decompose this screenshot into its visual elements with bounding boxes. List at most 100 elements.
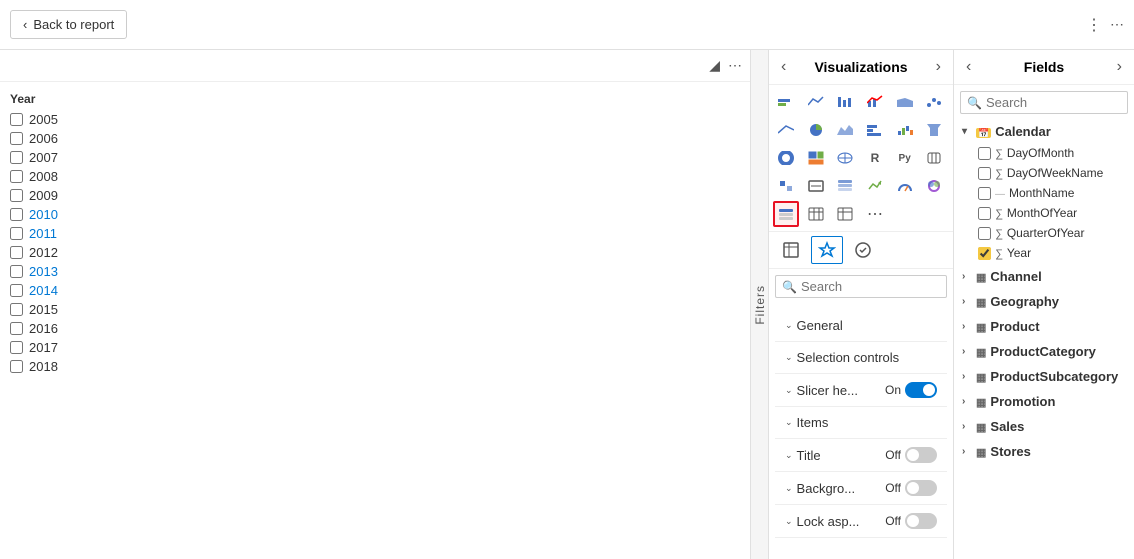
field-checkbox[interactable]	[978, 247, 991, 260]
year-checkbox[interactable]	[10, 322, 23, 335]
filters-sidebar[interactable]: Filters	[751, 50, 769, 559]
list-item[interactable]: ∑DayOfMonth	[958, 143, 1130, 163]
viz-color[interactable]	[921, 173, 947, 199]
field-checkbox[interactable]	[978, 207, 991, 220]
year-checkbox[interactable]	[10, 341, 23, 354]
field-checkbox[interactable]	[978, 187, 991, 200]
field-checkbox[interactable]	[978, 167, 991, 180]
viz-python[interactable]: Py	[892, 145, 918, 171]
viz-r-visual[interactable]: R	[862, 145, 888, 171]
field-group-header[interactable]: ›▦Stores	[958, 440, 1130, 463]
format-row-lock[interactable]: ⌄ Lock asp... Off	[775, 505, 947, 537]
format-row-background[interactable]: ⌄ Backgro... Off	[775, 472, 947, 504]
toggle-lock[interactable]	[905, 513, 937, 529]
toggle-title[interactable]	[905, 447, 937, 463]
list-item[interactable]: ∑Year	[958, 243, 1130, 263]
list-item[interactable]: —MonthName	[958, 183, 1130, 203]
field-group-header[interactable]: ›▦Geography	[958, 290, 1130, 313]
year-checkbox[interactable]	[10, 151, 23, 164]
viz-multirow[interactable]	[832, 173, 858, 199]
viz-table[interactable]	[803, 201, 829, 227]
viz-waterfall[interactable]	[892, 117, 918, 143]
field-type-icon: ∑	[995, 166, 1003, 180]
field-group: ›▦Sales	[958, 415, 1130, 438]
year-value: 2018	[29, 359, 58, 374]
format-row-general[interactable]: ⌄ General	[775, 310, 947, 341]
viz-area[interactable]	[892, 89, 918, 115]
viz-bar[interactable]	[832, 89, 858, 115]
viz-card[interactable]	[803, 173, 829, 199]
year-checkbox[interactable]	[10, 303, 23, 316]
format-row-selection[interactable]: ⌄ Selection controls	[775, 342, 947, 373]
viz-combo[interactable]	[862, 89, 888, 115]
menu-icon[interactable]: ⋮	[1086, 15, 1102, 35]
year-value: 2015	[29, 302, 58, 317]
viz-line[interactable]	[803, 89, 829, 115]
back-to-report-button[interactable]: ‹ Back to report	[10, 10, 127, 39]
field-checkbox[interactable]	[978, 147, 991, 160]
viz-custom1[interactable]	[773, 173, 799, 199]
year-checkbox[interactable]	[10, 265, 23, 278]
format-section-title: ⌄ Title Off	[775, 439, 947, 472]
viz-tab-analytics[interactable]	[847, 236, 879, 264]
viz-tab-fields[interactable]	[775, 236, 807, 264]
field-group-header[interactable]: ›▦ProductSubcategory	[958, 365, 1130, 388]
toggle-slicer[interactable]	[905, 382, 937, 398]
year-checkbox[interactable]	[10, 208, 23, 221]
viz-tab-format[interactable]	[811, 236, 843, 264]
field-group-header[interactable]: ›▦Sales	[958, 415, 1130, 438]
list-item[interactable]: ∑QuarterOfYear	[958, 223, 1130, 243]
field-group-header[interactable]: ›▦Promotion	[958, 390, 1130, 413]
year-checkbox[interactable]	[10, 284, 23, 297]
viz-pie[interactable]	[803, 117, 829, 143]
viz-kpi[interactable]	[862, 173, 888, 199]
options-icon[interactable]: ⋯	[1110, 16, 1124, 33]
field-group-name: Geography	[990, 294, 1059, 309]
list-item: 2008	[10, 167, 740, 186]
year-checkbox[interactable]	[10, 227, 23, 240]
fields-search-box[interactable]: 🔍	[960, 91, 1128, 114]
fields-panel-back-arrow[interactable]: ‹	[964, 58, 973, 76]
year-checkbox[interactable]	[10, 170, 23, 183]
viz-bar2[interactable]	[862, 117, 888, 143]
viz-panel-back-arrow[interactable]: ‹	[779, 58, 788, 76]
format-row-title[interactable]: ⌄ Title Off	[775, 439, 947, 471]
list-item[interactable]: ∑DayOfWeekName	[958, 163, 1130, 183]
format-section-items: ⌄ Items	[775, 407, 947, 439]
format-search-box[interactable]: 🔍	[775, 275, 947, 298]
viz-slicer[interactable]	[773, 201, 799, 227]
field-group-header[interactable]: ▾📅Calendar	[958, 120, 1130, 143]
toggle-background[interactable]	[905, 480, 937, 496]
viz-line2[interactable]	[773, 117, 799, 143]
format-row-items[interactable]: ⌄ Items	[775, 407, 947, 438]
ellipsis-icon[interactable]: ⋯	[728, 57, 742, 74]
field-checkbox[interactable]	[978, 227, 991, 240]
year-checkbox[interactable]	[10, 132, 23, 145]
viz-map[interactable]	[832, 145, 858, 171]
field-type-icon: ∑	[995, 246, 1003, 260]
format-row-slicer[interactable]: ⌄ Slicer he... On	[775, 374, 947, 406]
year-checkbox[interactable]	[10, 189, 23, 202]
fields-panel-forward-arrow[interactable]: ›	[1115, 58, 1124, 76]
year-checkbox[interactable]	[10, 360, 23, 373]
viz-matrix[interactable]	[832, 201, 858, 227]
viz-funnel[interactable]	[921, 117, 947, 143]
viz-panel-forward-arrow[interactable]: ›	[934, 58, 943, 76]
format-search-input[interactable]	[801, 279, 954, 294]
viz-stacked-bar[interactable]	[773, 89, 799, 115]
viz-treemap[interactable]	[803, 145, 829, 171]
viz-ai[interactable]	[921, 145, 947, 171]
format-section-background: ⌄ Backgro... Off	[775, 472, 947, 505]
fields-search-input[interactable]	[986, 95, 1134, 110]
year-checkbox[interactable]	[10, 246, 23, 259]
year-checkbox[interactable]	[10, 113, 23, 126]
viz-donut[interactable]	[773, 145, 799, 171]
viz-more-options[interactable]: ⋯	[862, 201, 888, 227]
viz-scatter[interactable]	[921, 89, 947, 115]
list-item[interactable]: ∑MonthOfYear	[958, 203, 1130, 223]
viz-gauge[interactable]	[892, 173, 918, 199]
viz-area2[interactable]	[832, 117, 858, 143]
field-group-header[interactable]: ›▦Channel	[958, 265, 1130, 288]
field-group-header[interactable]: ›▦ProductCategory	[958, 340, 1130, 363]
field-group-header[interactable]: ›▦Product	[958, 315, 1130, 338]
